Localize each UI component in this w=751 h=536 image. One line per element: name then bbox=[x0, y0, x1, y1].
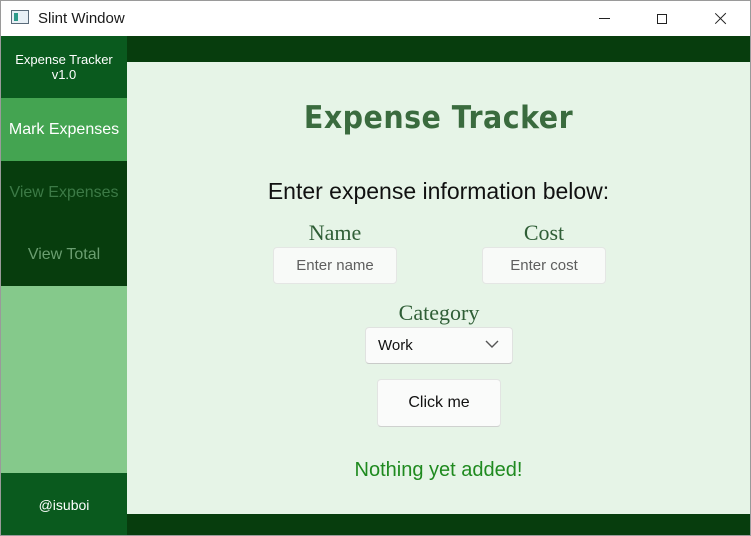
cost-label: Cost bbox=[523, 220, 565, 245]
author-handle: @isuboi bbox=[38, 496, 90, 513]
category-dropdown[interactable]: Work bbox=[365, 327, 513, 364]
title-bar[interactable]: Slint Window bbox=[1, 1, 750, 36]
close-button[interactable] bbox=[697, 1, 743, 36]
sidebar-item-label: View Total bbox=[27, 246, 101, 263]
sidebar-item-label: Mark Expenses bbox=[8, 120, 120, 138]
app-name: Expense Tracker bbox=[15, 52, 113, 67]
sidebar-footer: @isuboi bbox=[1, 473, 127, 535]
window-title: Slint Window bbox=[38, 10, 125, 27]
add-expense-button[interactable]: Click me bbox=[377, 379, 501, 427]
sidebar-item-view-total[interactable]: View Total bbox=[1, 224, 127, 286]
minimize-button[interactable] bbox=[581, 1, 627, 36]
category-selected-value: Work bbox=[378, 337, 413, 354]
sidebar-header: Expense Tracker v1.0 bbox=[1, 36, 127, 98]
name-input[interactable] bbox=[273, 247, 397, 284]
minimize-icon bbox=[598, 18, 610, 19]
close-icon bbox=[714, 12, 727, 25]
app-icon bbox=[11, 10, 29, 24]
category-label: Category bbox=[398, 300, 480, 325]
bottom-bar bbox=[127, 514, 750, 535]
maximize-button[interactable] bbox=[639, 1, 685, 36]
sidebar-item-view-expenses[interactable]: View Expenses bbox=[1, 161, 127, 224]
app-window: Slint Window Expense Tracker v1.0 Mark E… bbox=[0, 0, 751, 536]
sidebar-item-mark-expenses[interactable]: Mark Expenses bbox=[1, 98, 127, 161]
status-message: Nothing yet added! bbox=[354, 459, 523, 481]
sidebar: Expense Tracker v1.0 Mark Expenses View … bbox=[1, 36, 127, 535]
sidebar-item-label: View Expenses bbox=[9, 183, 119, 201]
main-content: Expense Tracker Enter expense informatio… bbox=[127, 62, 750, 514]
name-label: Name bbox=[308, 220, 362, 245]
app-version: v1.0 bbox=[51, 67, 77, 82]
instructions: Enter expense information below: bbox=[267, 178, 610, 204]
maximize-icon bbox=[657, 13, 667, 24]
page-title: Expense Tracker bbox=[303, 100, 574, 136]
top-bar bbox=[127, 36, 750, 62]
chevron-down-icon bbox=[485, 340, 499, 348]
cost-input[interactable] bbox=[482, 247, 606, 284]
